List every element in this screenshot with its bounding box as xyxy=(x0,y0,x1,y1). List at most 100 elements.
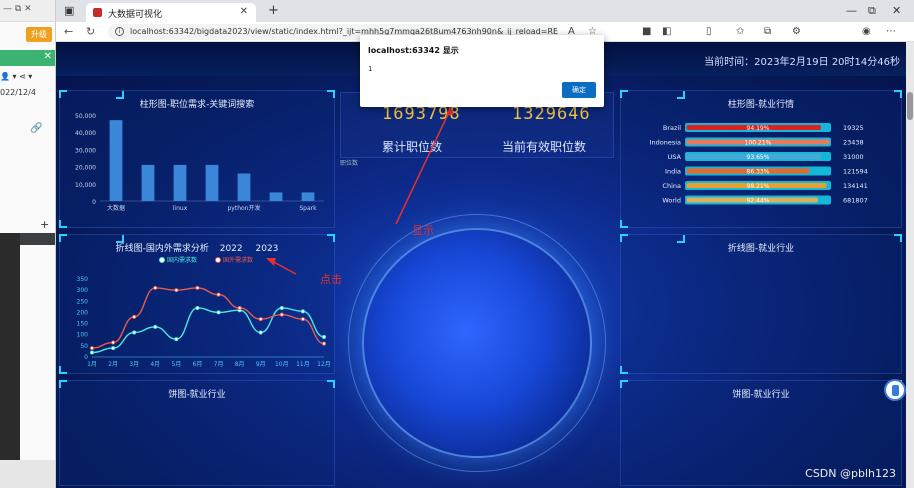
y-tick-label: 20,000 xyxy=(75,165,96,172)
series-point xyxy=(153,285,158,290)
dashboard: 当前时间：2023年2月19日 20时14分46秒 1693798 132964… xyxy=(56,42,906,488)
refresh-icon[interactable]: ↻ xyxy=(86,25,95,38)
y-tick-label: 350 xyxy=(77,276,89,283)
x-tick-label: 10月 xyxy=(275,361,289,368)
x-tick-label: 12月 xyxy=(317,361,331,368)
plus-icon[interactable]: + xyxy=(40,218,49,231)
counter-total: 1693798 xyxy=(382,104,461,124)
percent-label: 86.33% xyxy=(747,169,770,176)
value-label: 121594 xyxy=(843,168,868,176)
pie-left-title: 饼图-就业行业 xyxy=(168,390,226,400)
y-tick-label: 300 xyxy=(77,287,89,294)
bar xyxy=(237,173,251,201)
status-area xyxy=(0,460,55,488)
extension-icon[interactable]: ■ xyxy=(642,26,651,37)
menu-icon[interactable]: ⋯ xyxy=(886,26,896,37)
legend-label: 国外需求数 xyxy=(223,256,253,264)
tab-close-icon[interactable]: ✕ xyxy=(240,6,248,17)
series-point xyxy=(279,305,284,310)
series-point xyxy=(216,292,221,297)
series-point xyxy=(89,346,94,351)
line-right-panel: 折线图-就业行业 xyxy=(620,234,902,374)
y-tick-label: 100 xyxy=(77,332,89,339)
x-tick-label: 6月 xyxy=(193,361,203,368)
favorites-bar-icon[interactable]: ✩ xyxy=(736,26,744,37)
annotation-display: 显示 xyxy=(412,224,434,237)
category-label: China xyxy=(662,182,681,190)
x-tick-label: 8月 xyxy=(235,361,245,368)
series-point xyxy=(132,314,137,319)
hbar-panel: 柱形图-就业行情 Brazil 94.19% 19325 Indonesia 100.2… xyxy=(620,90,902,228)
series-point xyxy=(279,312,284,317)
x-tick-label: linux xyxy=(173,205,188,212)
pie-left-panel: 饼图-就业行业 xyxy=(59,380,335,486)
y-tick-label: 0 xyxy=(84,354,88,361)
legend-marker xyxy=(215,257,221,263)
series-point xyxy=(216,310,221,315)
bar xyxy=(205,164,219,201)
tab-strip: ▣ 大数据可视化 ✕ + — ⧉ ✕ xyxy=(56,0,914,22)
tool-window-strip xyxy=(0,233,20,461)
new-tab-button[interactable]: + xyxy=(268,3,279,18)
category-label: Indonesia xyxy=(650,139,681,147)
series-point xyxy=(300,309,305,314)
x-tick-label: 4月 xyxy=(150,361,160,368)
value-label: 23438 xyxy=(843,139,864,147)
x-tick-label: 9月 xyxy=(256,361,266,368)
back-icon[interactable]: ← xyxy=(64,25,73,38)
floating-assistant-button[interactable] xyxy=(884,379,906,401)
hbar-chart: Brazil 94.19% 19325 Indonesia 100.21% 23438 US… xyxy=(650,123,868,205)
bar xyxy=(269,192,283,201)
y-tick-label: 250 xyxy=(77,298,89,305)
active-tab[interactable]: 大数据可视化 ✕ xyxy=(86,3,256,22)
info-icon[interactable]: i xyxy=(115,27,124,36)
series-point xyxy=(111,340,116,345)
upgrade-button[interactable]: 升级 xyxy=(26,27,52,42)
page-scrollbar[interactable] xyxy=(906,42,914,488)
collections-icon[interactable]: ⧉ xyxy=(764,26,771,37)
series-point xyxy=(132,330,137,335)
series-point xyxy=(321,341,326,346)
extensions-icon[interactable]: ⚙ xyxy=(792,26,801,37)
restore-icon[interactable]: ⧉ xyxy=(868,4,876,18)
series-point xyxy=(153,324,158,329)
split-icon[interactable]: ▯ xyxy=(706,26,712,37)
y-tick-label: 40,000 xyxy=(75,130,96,137)
link-icon[interactable]: 🔗 xyxy=(30,123,42,134)
percent-label: 98.21% xyxy=(747,183,770,190)
percent-label: 100.21% xyxy=(745,140,772,147)
bar xyxy=(141,164,155,201)
y-tick-label: 0 xyxy=(92,199,96,206)
series-point xyxy=(258,317,263,322)
scroll-thumb[interactable] xyxy=(907,92,913,120)
bar xyxy=(301,192,315,201)
minimize-icon[interactable]: — xyxy=(846,4,857,17)
line-right-title: 折线图-就业行业 xyxy=(727,244,795,254)
y-tick-label: 200 xyxy=(77,309,89,316)
percent-label: 94.19% xyxy=(747,125,770,132)
profile-icon[interactable]: ◉ xyxy=(862,26,871,37)
annotation-click: 点击 xyxy=(320,273,342,286)
pie-right-title: 饼图-就业行业 xyxy=(732,390,790,400)
counter-valid: 1329646 xyxy=(512,104,591,124)
window-close-icon[interactable]: ✕ xyxy=(892,4,901,17)
series-point xyxy=(195,285,200,290)
ide-panel: — ⧉ ✕ 升级 ✕ 👤 ▾ ⋖ ▾ 022/12/4 🔗 + xyxy=(0,0,56,488)
x-tick-label: 1月 xyxy=(87,361,97,368)
category-label: World xyxy=(662,197,681,205)
hbar-panel-title: 柱形图-就业行情 xyxy=(727,100,795,110)
series-point xyxy=(321,334,326,339)
value-label: 134141 xyxy=(843,182,868,190)
series-point xyxy=(174,288,179,293)
tab-actions-icon[interactable]: ▣ xyxy=(64,4,74,17)
value-label: 681807 xyxy=(843,197,868,205)
y-tick-label: 50 xyxy=(80,343,88,350)
extension2-icon[interactable]: ◧ xyxy=(662,26,671,37)
dialog-message: 1 xyxy=(368,65,373,73)
value-label: 31000 xyxy=(843,153,864,161)
close-icon[interactable]: ✕ xyxy=(44,51,52,62)
x-tick-label: 3月 xyxy=(129,361,139,368)
series-point xyxy=(111,346,116,351)
series-point xyxy=(174,337,179,342)
dialog-ok-button[interactable]: 确定 xyxy=(562,82,596,98)
